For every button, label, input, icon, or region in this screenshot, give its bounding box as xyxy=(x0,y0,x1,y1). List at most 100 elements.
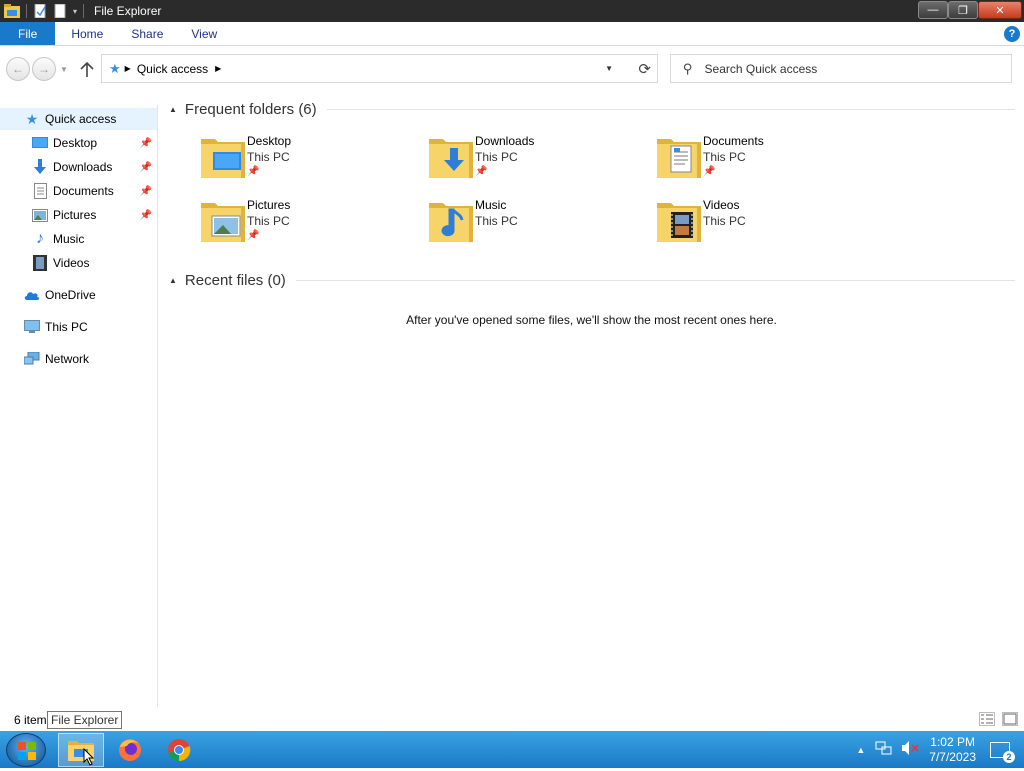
system-tray: ▲ 1:02 PM 7/7/2023 2 xyxy=(856,731,1024,768)
folder-tile-pictures[interactable]: Pictures This PC 📌 xyxy=(201,198,421,252)
nav-this-pc-label: This PC xyxy=(45,320,88,334)
folder-location: This PC xyxy=(475,214,518,228)
music-icon: ♪ xyxy=(36,230,44,247)
taskbar: ▲ 1:02 PM 7/7/2023 2 xyxy=(0,731,1024,768)
item-count: 6 item xyxy=(14,713,47,727)
file-explorer-app-icon[interactable] xyxy=(4,4,20,18)
help-icon[interactable]: ? xyxy=(1004,26,1020,42)
frequent-folders-header[interactable]: ▲ Frequent folders (6) xyxy=(169,101,1015,118)
notification-count-badge: 2 xyxy=(1003,750,1015,763)
forward-button[interactable]: → xyxy=(32,57,56,81)
search-input[interactable]: Search Quick access xyxy=(705,62,818,76)
nav-item-downloads[interactable]: Downloads 📌 xyxy=(32,156,157,178)
breadcrumb-quick-access[interactable]: Quick access xyxy=(137,62,208,76)
search-box[interactable]: ⚲ Search Quick access xyxy=(670,54,1012,83)
folder-name: Downloads xyxy=(475,134,535,148)
folder-location: This PC xyxy=(703,214,746,228)
collapse-caret-icon[interactable]: ▲ xyxy=(169,276,177,285)
volume-muted-icon[interactable] xyxy=(901,740,919,759)
action-center-icon[interactable]: 2 xyxy=(990,741,1015,763)
breadcrumb-chevron-icon[interactable]: ▶ xyxy=(215,64,221,73)
nav-this-pc[interactable]: This PC xyxy=(24,316,157,338)
nav-item-desktop[interactable]: Desktop 📌 xyxy=(32,132,157,154)
properties-icon[interactable] xyxy=(33,3,49,19)
folder-location: This PC xyxy=(247,214,290,228)
pictures-folder-icon xyxy=(201,198,245,242)
nav-item-label: Pictures xyxy=(53,208,97,222)
clock-date: 7/7/2023 xyxy=(929,749,976,764)
refresh-icon[interactable]: ⟳ xyxy=(638,60,651,78)
folder-tile-videos[interactable]: Videos This PC xyxy=(657,198,877,252)
navigation-pane: ★ Quick access Desktop 📌 Downloads 📌 Doc… xyxy=(0,105,158,707)
breadcrumb-separator-icon[interactable]: ▶ xyxy=(125,64,131,73)
windows-logo-icon xyxy=(18,742,36,760)
address-bar[interactable]: ★ ▶ Quick access ▶ ▼ ⟳ xyxy=(101,54,658,83)
tab-view[interactable]: View xyxy=(177,22,231,45)
back-arrow-icon: ← xyxy=(12,62,24,76)
nav-quick-access[interactable]: ★ Quick access xyxy=(0,108,157,130)
recent-files-header[interactable]: ▲ Recent files (0) xyxy=(169,272,1015,289)
pictures-icon xyxy=(32,207,48,223)
nav-item-music[interactable]: ♪ Music xyxy=(32,228,157,250)
nav-item-documents[interactable]: Documents 📌 xyxy=(32,180,157,202)
large-icons-view-button[interactable] xyxy=(1002,712,1018,726)
forward-arrow-icon: → xyxy=(38,62,50,76)
folder-name: Pictures xyxy=(247,198,291,212)
nav-item-label: Desktop xyxy=(53,136,98,150)
taskbar-file-explorer[interactable] xyxy=(58,733,104,767)
pin-icon[interactable]: 📌 xyxy=(140,186,152,197)
network-status-icon[interactable] xyxy=(875,740,893,759)
nav-network[interactable]: Network xyxy=(24,348,157,370)
nav-onedrive[interactable]: OneDrive xyxy=(24,284,157,306)
onedrive-cloud-icon xyxy=(24,287,40,303)
taskbar-firefox[interactable] xyxy=(107,733,153,767)
downloads-folder-icon xyxy=(429,134,473,178)
tab-file[interactable]: File xyxy=(0,22,56,45)
customize-qat-dropdown-icon[interactable]: ▾ xyxy=(73,7,77,16)
new-folder-icon[interactable] xyxy=(53,3,69,19)
close-button[interactable]: ✕ xyxy=(978,1,1022,19)
nav-item-pictures[interactable]: Pictures 📌 xyxy=(32,204,157,226)
documents-icon xyxy=(32,183,48,199)
nav-item-videos[interactable]: Videos xyxy=(32,252,157,274)
toolbar-divider xyxy=(26,4,27,18)
tab-home[interactable]: Home xyxy=(55,22,117,45)
folder-tile-desktop[interactable]: Desktop This PC 📌 xyxy=(201,134,421,188)
pin-icon[interactable]: 📌 xyxy=(140,162,152,173)
details-view-button[interactable] xyxy=(979,712,995,726)
up-button[interactable] xyxy=(78,61,96,79)
folder-name: Videos xyxy=(703,198,740,212)
nav-quick-access-label: Quick access xyxy=(45,112,117,126)
folder-location: This PC xyxy=(703,150,746,164)
folder-tile-documents[interactable]: Documents This PC 📌 xyxy=(657,134,877,188)
pin-icon[interactable]: 📌 xyxy=(140,138,152,149)
large-icons-view-icon xyxy=(1003,713,1017,725)
tab-share[interactable]: Share xyxy=(117,22,177,45)
address-history-dropdown-icon[interactable]: ▼ xyxy=(605,64,613,73)
network-icon xyxy=(24,351,40,367)
clock[interactable]: 1:02 PM 7/7/2023 xyxy=(929,735,976,765)
music-folder-icon xyxy=(429,198,473,242)
window-controls: — ❐ ✕ xyxy=(918,1,1022,19)
section-divider xyxy=(326,109,1015,110)
title-bar: ▾ File Explorer — ❐ ✕ xyxy=(0,0,1024,22)
status-bar: 6 item File Explorer xyxy=(0,707,1024,731)
back-button[interactable]: ← xyxy=(6,57,30,81)
taskbar-tooltip: File Explorer xyxy=(47,711,123,729)
documents-folder-icon xyxy=(657,134,701,178)
start-button[interactable] xyxy=(6,733,46,767)
search-icon: ⚲ xyxy=(683,60,693,76)
videos-icon xyxy=(32,255,48,271)
restore-button[interactable]: ❐ xyxy=(948,1,978,19)
nav-item-label: Downloads xyxy=(53,160,113,174)
desktop-icon xyxy=(32,135,48,151)
pin-icon[interactable]: 📌 xyxy=(140,210,152,221)
show-hidden-icons-icon[interactable]: ▲ xyxy=(856,745,865,755)
collapse-caret-icon[interactable]: ▲ xyxy=(169,105,177,114)
folder-tile-music[interactable]: Music This PC xyxy=(429,198,649,252)
taskbar-chrome[interactable] xyxy=(156,733,202,767)
minimize-button[interactable]: — xyxy=(918,1,948,19)
recent-files-title: Recent files (0) xyxy=(184,272,286,289)
folder-tile-downloads[interactable]: Downloads This PC 📌 xyxy=(429,134,649,188)
recent-locations-dropdown-icon[interactable]: ▼ xyxy=(60,65,68,74)
